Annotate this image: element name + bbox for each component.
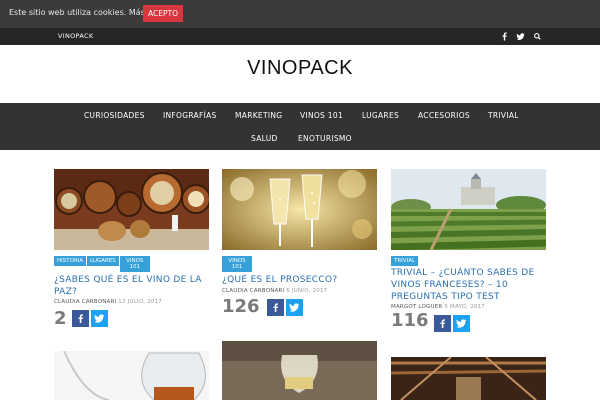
post-image-cognac-glass[interactable] (54, 351, 209, 400)
cookie-message: Este sitio web utiliza cookies. Más info (9, 8, 162, 17)
facebook-share-button[interactable] (72, 310, 89, 327)
nav-item-infografias[interactable]: INFOGRAFÍAS (163, 111, 217, 120)
site-header: VINOPACK (0, 45, 600, 103)
post-image-french-vineyard[interactable] (391, 169, 546, 250)
facebook-share-button[interactable] (267, 299, 284, 316)
post-card: VINOS 101 ¿QUÉ ES EL PROSECCO? CLAUDIA C… (222, 169, 382, 329)
twitter-icon[interactable] (515, 31, 526, 42)
nav-item-lugares[interactable]: LUGARES (362, 111, 399, 120)
post-title[interactable]: ¿SABES QUÉ ES EL VINO DE LA PAZ? (54, 274, 214, 298)
cookie-bar: Este sitio web utiliza cookies. Más info… (0, 0, 600, 28)
nav-item-enoturismo[interactable]: ENOTURISMO (298, 134, 352, 143)
site-logo[interactable]: VINOPACK (0, 57, 600, 80)
post-author[interactable]: CLAUDIA CARBONARI (222, 288, 284, 294)
post-author[interactable]: CLAUDIA CARBONARI (54, 299, 116, 305)
twitter-share-button[interactable] (91, 310, 108, 327)
topbar-brand-link[interactable]: VINOPACK (58, 32, 93, 40)
cookie-accept-button[interactable]: ACEPTO (143, 5, 183, 22)
top-bar: VINOPACK (0, 28, 600, 45)
nav-item-accesorios[interactable]: ACCESORIOS (418, 111, 470, 120)
post-date: 6 JUNIO, 2017 (286, 288, 328, 294)
cookie-text: Este sitio web utiliza cookies. (9, 8, 127, 17)
tag-lugares[interactable]: LUGARES (87, 256, 119, 266)
post-date: 5 MAYO, 2017 (444, 304, 485, 310)
nav-item-vinos-101[interactable]: VINOS 101 (300, 111, 343, 120)
nav-item-curiosidades[interactable]: CURIOSIDADES (84, 111, 145, 120)
post-tags: HISTORIA LUGARES VINOS 101 (54, 256, 151, 272)
post-meta: CLAUDIA CARBONARI 6 JUNIO, 2017 (222, 288, 327, 294)
tag-historia[interactable]: HISTORIA (54, 256, 87, 266)
twitter-share-button[interactable] (453, 315, 470, 332)
share-count: 126 (222, 296, 260, 317)
main-nav: CURIOSIDADES INFOGRAFÍAS MARKETING VINOS… (0, 103, 600, 150)
search-icon[interactable] (532, 31, 543, 42)
post-image-white-wine[interactable] (222, 341, 377, 400)
nav-item-marketing[interactable]: MARKETING (235, 111, 282, 120)
nav-item-trivial[interactable]: TRIVIAL (488, 111, 519, 120)
post-tags: VINOS 101 (222, 256, 253, 272)
facebook-icon[interactable] (499, 31, 510, 42)
post-date: 12 JULIO, 2017 (118, 299, 163, 305)
tag-trivial[interactable]: TRIVIAL (391, 256, 419, 266)
post-title[interactable]: TRIVIAL – ¿CUÁNTO SABES DE VINOS FRANCES… (391, 267, 551, 303)
share-count: 116 (391, 310, 429, 331)
post-card: HISTORIA LUGARES VINOS 101 ¿SABES QUÉ ES E… (54, 169, 214, 329)
post-image-prosecco-glasses[interactable] (222, 169, 377, 250)
twitter-share-button[interactable] (286, 299, 303, 316)
post-meta: CLAUDIA CARBONARI 12 JULIO, 2017 (54, 299, 162, 305)
post-image-wine-cellar[interactable] (391, 357, 546, 400)
post-card: TRIVIAL TRIVIAL – ¿CUÁNTO SABES DE VINOS… (391, 169, 551, 339)
share-count: 2 (54, 308, 67, 329)
nav-item-salud[interactable]: SALUD (251, 134, 278, 143)
tag-vinos-101[interactable]: VINOS 101 (119, 256, 150, 272)
post-title[interactable]: ¿QUÉ ES EL PROSECCO? (222, 274, 382, 286)
tag-vinos-101[interactable]: VINOS 101 (222, 256, 252, 272)
facebook-share-button[interactable] (434, 315, 451, 332)
post-image-wine-barrels[interactable] (54, 169, 209, 250)
